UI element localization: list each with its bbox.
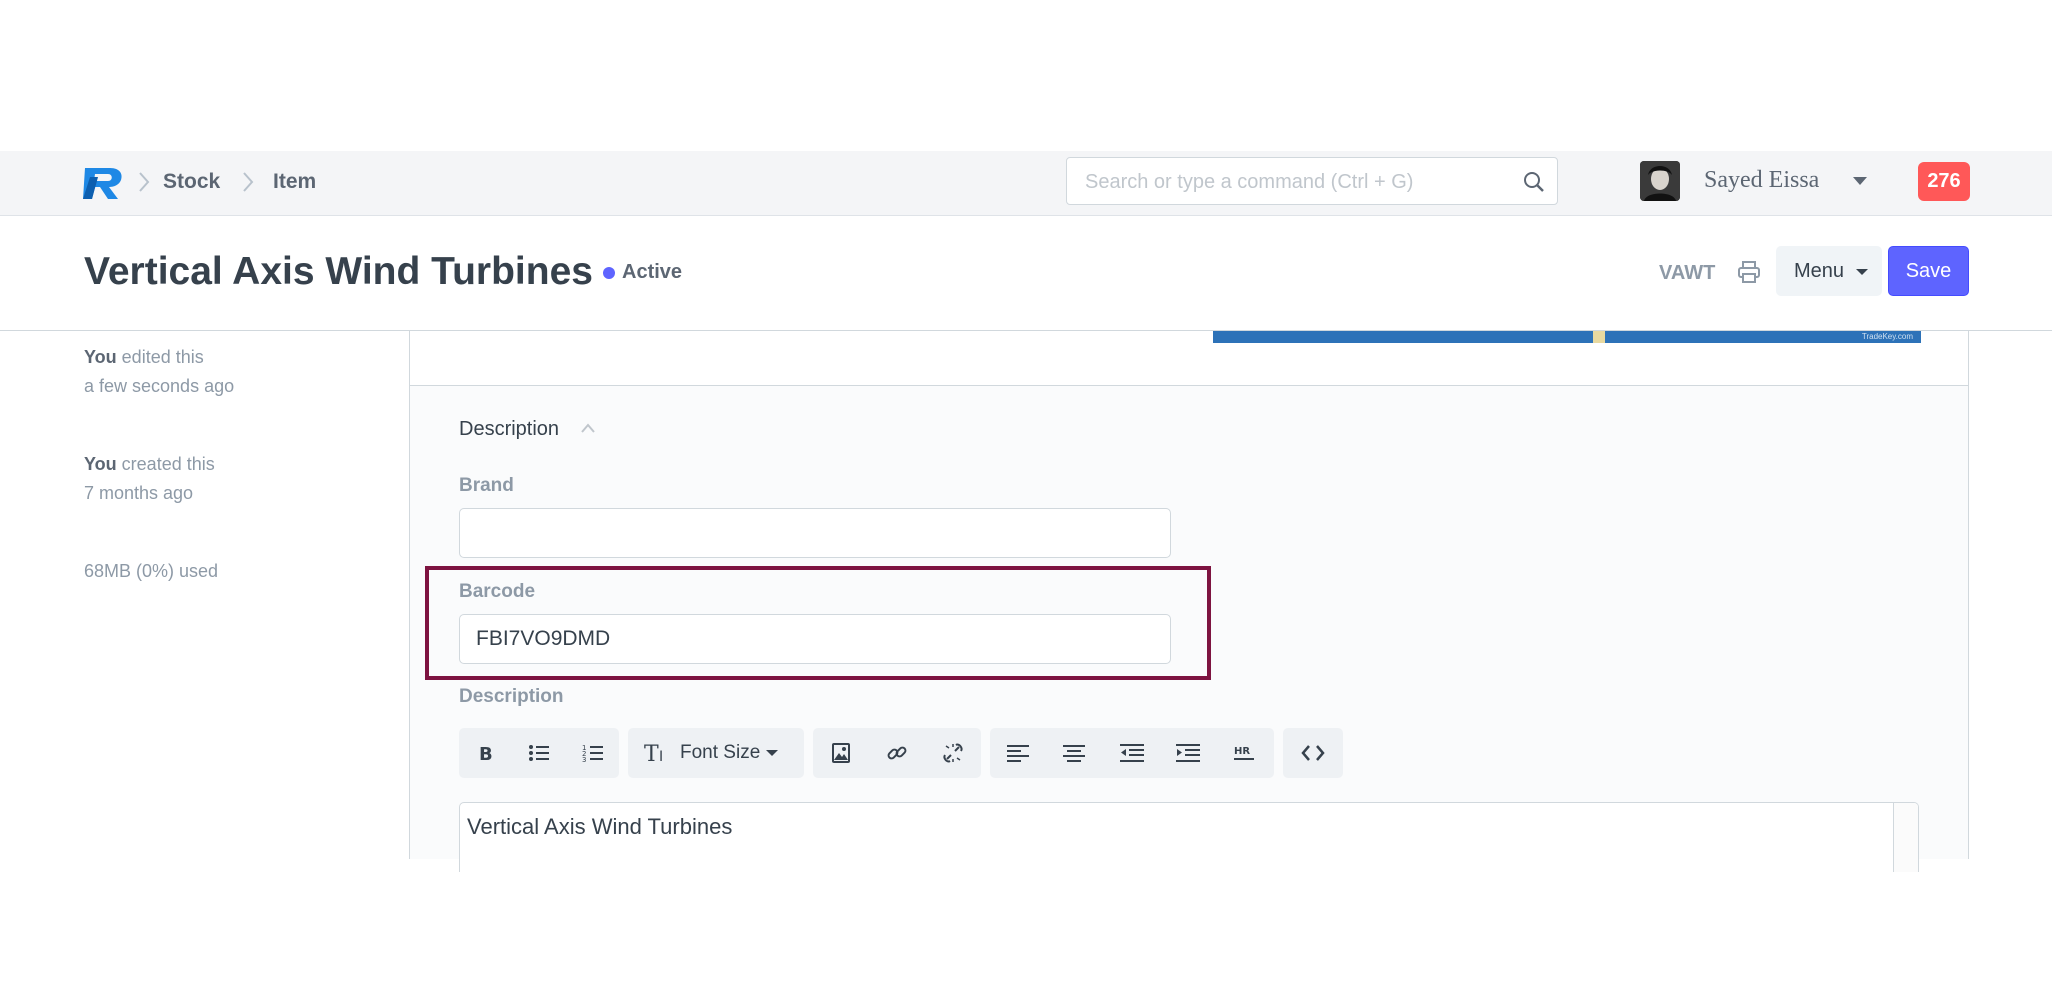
editor-scrollbar[interactable] xyxy=(1893,803,1918,872)
timeline-created-time: 7 months ago xyxy=(84,483,194,503)
timeline-edited-action: edited this xyxy=(116,347,204,367)
timeline-edited-time: a few seconds ago xyxy=(84,376,235,396)
horizontal-rule-button[interactable]: HR xyxy=(1216,728,1272,778)
timeline-edited: You edited this xyxy=(84,345,204,369)
font-size-caret-icon xyxy=(766,750,779,756)
notification-badge[interactable]: 276 xyxy=(1918,162,1970,201)
status-badge: Active xyxy=(622,261,683,283)
navbar: Stock Item Sayed Eissa 276 xyxy=(0,151,2052,216)
user-name[interactable]: Sayed Eissa xyxy=(1704,166,1819,194)
page-head: Vertical Axis Wind Turbines Active VAWT … xyxy=(0,216,2052,331)
storage-usage: 68MB (0%) used xyxy=(84,561,219,581)
breadcrumb-item[interactable]: Item xyxy=(273,170,316,194)
insert-link-button[interactable] xyxy=(869,728,925,778)
status-indicator-dot xyxy=(603,267,615,279)
search-box xyxy=(1066,157,1558,206)
bold-icon: B xyxy=(479,744,493,763)
align-center-button[interactable] xyxy=(1046,728,1102,778)
toolbar-group-align: HR xyxy=(990,728,1274,778)
toolbar-group-format: B 123 xyxy=(459,728,619,778)
user-photo-icon xyxy=(1640,161,1680,201)
page-title: Vertical Axis Wind Turbines xyxy=(84,250,593,293)
timeline-created: You created this xyxy=(84,452,215,476)
bullet-list-icon xyxy=(529,745,549,761)
image-watermark: TradeKey.com xyxy=(1861,332,1913,341)
print-icon[interactable] xyxy=(1737,261,1761,283)
indent-icon xyxy=(1176,744,1200,762)
avatar[interactable] xyxy=(1640,161,1680,201)
font-size-dropdown[interactable]: TI Font Size xyxy=(628,728,804,778)
font-size-icon: TI xyxy=(644,742,663,765)
search-input[interactable] xyxy=(1083,158,1517,206)
numbered-list-icon: 123 xyxy=(582,744,603,763)
brand-field[interactable] xyxy=(459,508,1171,558)
unlink-button[interactable] xyxy=(925,728,981,778)
numbered-list-button[interactable]: 123 xyxy=(567,728,619,778)
item-image[interactable]: TradeKey.com xyxy=(1213,331,1921,343)
align-center-icon xyxy=(1063,745,1085,762)
timeline-created-action: created this xyxy=(116,454,215,474)
svg-text:B: B xyxy=(479,744,493,763)
align-left-icon xyxy=(1007,745,1029,762)
unlink-icon xyxy=(943,743,963,763)
user-dropdown-caret-icon[interactable] xyxy=(1853,177,1867,185)
menu-caret-icon xyxy=(1856,269,1868,275)
code-view-button[interactable] xyxy=(1283,728,1343,778)
indent-button[interactable] xyxy=(1160,728,1216,778)
section-title[interactable]: Description xyxy=(459,416,559,442)
description-label: Description xyxy=(459,686,564,707)
breadcrumb-chevron-icon xyxy=(243,172,254,192)
align-left-button[interactable] xyxy=(990,728,1046,778)
image-section: TradeKey.com xyxy=(410,331,1968,386)
image-detail xyxy=(1593,331,1605,343)
outdent-button[interactable] xyxy=(1104,728,1160,778)
breadcrumb-stock[interactable]: Stock xyxy=(163,170,220,194)
timeline-edited-who: You xyxy=(84,347,117,367)
description-editor-text[interactable]: Vertical Axis Wind Turbines xyxy=(467,813,732,841)
barcode-label: Barcode xyxy=(459,581,536,602)
svg-text:I: I xyxy=(659,749,663,765)
description-section: Description Brand Barcode Description B … xyxy=(410,386,1968,872)
bold-button[interactable]: B xyxy=(459,728,511,778)
description-editor[interactable]: Vertical Axis Wind Turbines xyxy=(459,802,1919,872)
bullet-list-button[interactable] xyxy=(513,728,565,778)
save-button[interactable]: Save xyxy=(1888,246,1969,296)
menu-button-label: Menu xyxy=(1794,259,1845,282)
toolbar-group-font-size: TI Font Size xyxy=(628,728,804,778)
chevron-up-icon[interactable] xyxy=(580,422,596,434)
svg-text:3: 3 xyxy=(582,756,586,763)
insert-image-button[interactable] xyxy=(813,728,869,778)
form-area: TradeKey.com Description Brand Barcode D… xyxy=(409,331,1969,872)
menu-button[interactable]: Menu xyxy=(1776,246,1882,296)
toolbar-group-insert xyxy=(813,728,981,778)
link-icon xyxy=(887,746,907,760)
barcode-field[interactable] xyxy=(459,614,1171,664)
app-logo[interactable] xyxy=(82,165,126,201)
svg-text:HR: HR xyxy=(1234,746,1250,757)
toolbar-group-code xyxy=(1283,728,1343,778)
code-view-icon xyxy=(1301,745,1325,761)
outdent-icon xyxy=(1120,744,1144,762)
timeline-created-who: You xyxy=(84,454,117,474)
search-icon[interactable] xyxy=(1523,171,1545,193)
item-code: VAWT xyxy=(1659,262,1716,284)
brand-label: Brand xyxy=(459,475,514,496)
horizontal-rule-icon: HR xyxy=(1234,746,1254,760)
font-size-label: Font Size xyxy=(680,742,761,763)
breadcrumb-chevron-icon xyxy=(139,172,150,192)
svg-text:T: T xyxy=(644,742,659,765)
image-icon xyxy=(832,743,850,763)
